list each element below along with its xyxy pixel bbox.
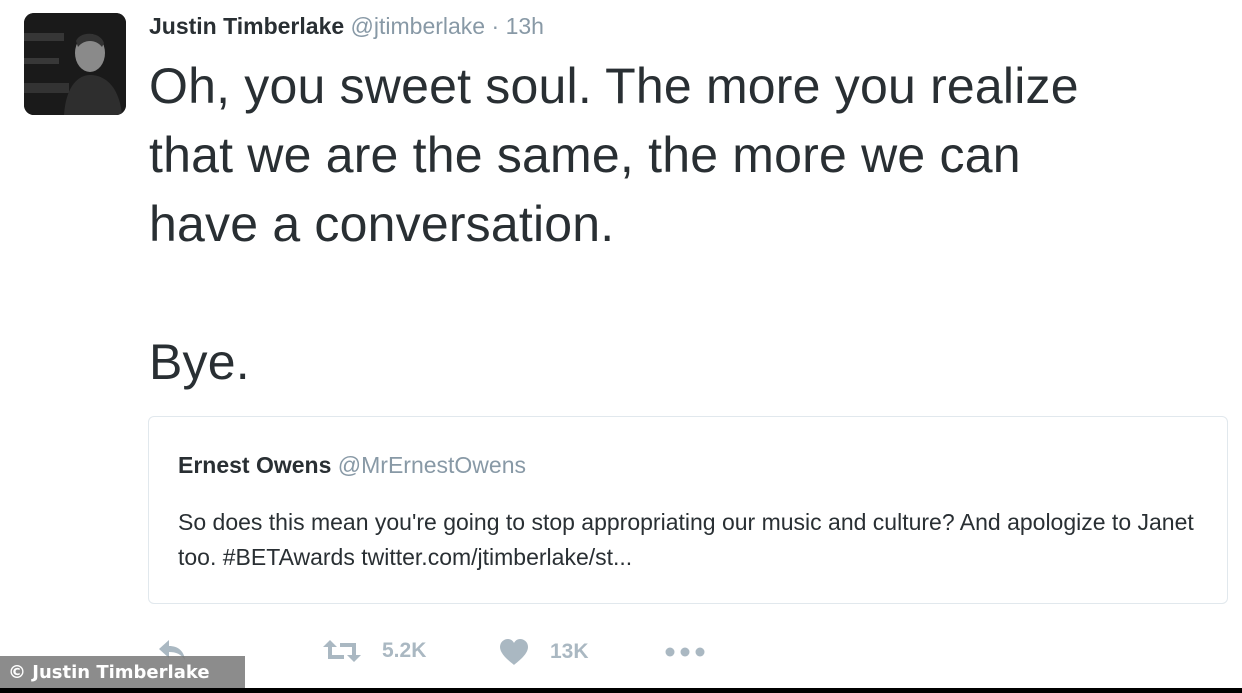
tweet-text: Oh, you sweet soul. The more you realize…	[149, 58, 1079, 390]
avatar[interactable]	[24, 13, 126, 115]
bottom-border	[0, 688, 1242, 693]
quoted-author-handle: @MrErnestOwens	[337, 452, 527, 478]
retweet-icon	[323, 640, 361, 662]
quoted-tweet-text: So does this mean you're going to stop a…	[178, 509, 1194, 570]
more-button[interactable]	[664, 646, 708, 658]
avatar-photo-icon	[24, 13, 126, 115]
retweet-count: 5.2K	[382, 639, 427, 662]
quoted-tweet-header: Ernest Owens @MrErnestOwens	[178, 451, 526, 479]
like-button[interactable]: 13K	[498, 638, 589, 666]
author-handle[interactable]: @jtimberlake	[351, 13, 486, 39]
header-separator: ·	[491, 13, 500, 39]
heart-icon	[500, 639, 528, 665]
like-count: 13K	[550, 640, 589, 663]
author-name[interactable]: Justin Timberlake	[149, 13, 344, 39]
quoted-tweet-card[interactable]: Ernest Owens @MrErnestOwens So does this…	[148, 416, 1228, 604]
quoted-author-name: Ernest Owens	[178, 452, 332, 478]
tweet-header: Justin Timberlake @jtimberlake · 13h	[149, 12, 544, 40]
more-dots-icon	[665, 647, 705, 657]
tweet-timestamp[interactable]: 13h	[506, 13, 544, 39]
copyright-watermark: © Justin Timberlake	[0, 656, 245, 690]
retweet-button[interactable]: 5.2K	[322, 638, 426, 664]
